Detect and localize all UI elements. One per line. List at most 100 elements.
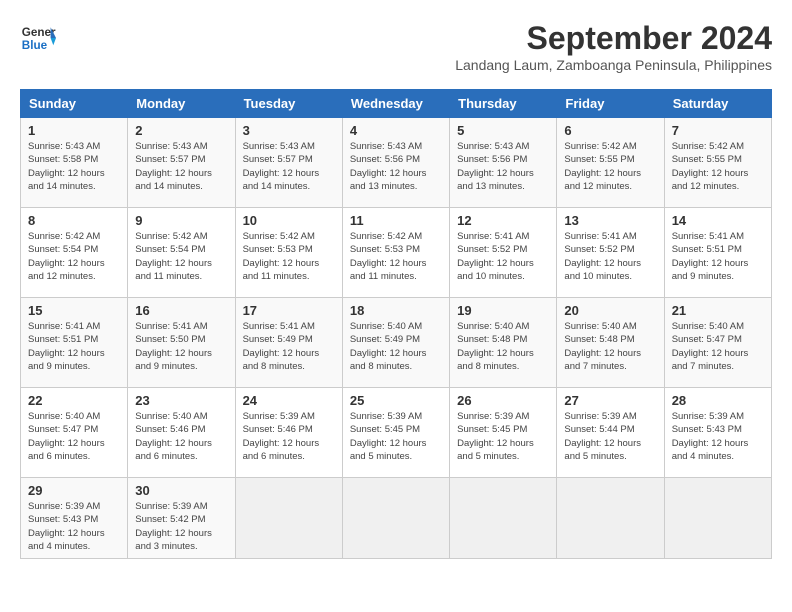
day-number: 12 bbox=[457, 213, 549, 228]
calendar-week-1: 1 Sunrise: 5:43 AM Sunset: 5:58 PM Dayli… bbox=[21, 118, 772, 208]
calendar-cell: 6 Sunrise: 5:42 AM Sunset: 5:55 PM Dayli… bbox=[557, 118, 664, 208]
calendar-cell: 18 Sunrise: 5:40 AM Sunset: 5:49 PM Dayl… bbox=[342, 298, 449, 388]
calendar-cell: 4 Sunrise: 5:43 AM Sunset: 5:56 PM Dayli… bbox=[342, 118, 449, 208]
day-detail: Sunrise: 5:40 AM Sunset: 5:48 PM Dayligh… bbox=[457, 320, 549, 373]
day-detail: Sunrise: 5:42 AM Sunset: 5:55 PM Dayligh… bbox=[564, 140, 656, 193]
day-number: 26 bbox=[457, 393, 549, 408]
day-number: 10 bbox=[243, 213, 335, 228]
day-detail: Sunrise: 5:41 AM Sunset: 5:51 PM Dayligh… bbox=[672, 230, 764, 283]
calendar-week-3: 15 Sunrise: 5:41 AM Sunset: 5:51 PM Dayl… bbox=[21, 298, 772, 388]
day-number: 30 bbox=[135, 483, 227, 498]
weekday-header-wednesday: Wednesday bbox=[342, 90, 449, 118]
day-detail: Sunrise: 5:41 AM Sunset: 5:50 PM Dayligh… bbox=[135, 320, 227, 373]
calendar-cell: 11 Sunrise: 5:42 AM Sunset: 5:53 PM Dayl… bbox=[342, 208, 449, 298]
day-detail: Sunrise: 5:43 AM Sunset: 5:56 PM Dayligh… bbox=[350, 140, 442, 193]
day-detail: Sunrise: 5:41 AM Sunset: 5:52 PM Dayligh… bbox=[564, 230, 656, 283]
calendar-cell: 23 Sunrise: 5:40 AM Sunset: 5:46 PM Dayl… bbox=[128, 388, 235, 478]
day-number: 25 bbox=[350, 393, 442, 408]
day-detail: Sunrise: 5:39 AM Sunset: 5:42 PM Dayligh… bbox=[135, 500, 227, 553]
calendar-cell: 19 Sunrise: 5:40 AM Sunset: 5:48 PM Dayl… bbox=[450, 298, 557, 388]
day-detail: Sunrise: 5:39 AM Sunset: 5:43 PM Dayligh… bbox=[672, 410, 764, 463]
day-number: 24 bbox=[243, 393, 335, 408]
day-detail: Sunrise: 5:40 AM Sunset: 5:46 PM Dayligh… bbox=[135, 410, 227, 463]
calendar-cell bbox=[235, 478, 342, 559]
day-number: 13 bbox=[564, 213, 656, 228]
calendar-cell: 20 Sunrise: 5:40 AM Sunset: 5:48 PM Dayl… bbox=[557, 298, 664, 388]
calendar-cell bbox=[664, 478, 771, 559]
logo: General Blue bbox=[20, 20, 56, 56]
calendar-cell: 7 Sunrise: 5:42 AM Sunset: 5:55 PM Dayli… bbox=[664, 118, 771, 208]
calendar-cell: 8 Sunrise: 5:42 AM Sunset: 5:54 PM Dayli… bbox=[21, 208, 128, 298]
calendar-cell: 9 Sunrise: 5:42 AM Sunset: 5:54 PM Dayli… bbox=[128, 208, 235, 298]
calendar-week-4: 22 Sunrise: 5:40 AM Sunset: 5:47 PM Dayl… bbox=[21, 388, 772, 478]
day-detail: Sunrise: 5:43 AM Sunset: 5:58 PM Dayligh… bbox=[28, 140, 120, 193]
day-number: 1 bbox=[28, 123, 120, 138]
calendar-cell: 10 Sunrise: 5:42 AM Sunset: 5:53 PM Dayl… bbox=[235, 208, 342, 298]
day-number: 7 bbox=[672, 123, 764, 138]
weekday-header-row: SundayMondayTuesdayWednesdayThursdayFrid… bbox=[21, 90, 772, 118]
calendar-cell: 21 Sunrise: 5:40 AM Sunset: 5:47 PM Dayl… bbox=[664, 298, 771, 388]
day-detail: Sunrise: 5:43 AM Sunset: 5:57 PM Dayligh… bbox=[135, 140, 227, 193]
weekday-header-friday: Friday bbox=[557, 90, 664, 118]
day-detail: Sunrise: 5:41 AM Sunset: 5:49 PM Dayligh… bbox=[243, 320, 335, 373]
weekday-header-monday: Monday bbox=[128, 90, 235, 118]
calendar-cell: 27 Sunrise: 5:39 AM Sunset: 5:44 PM Dayl… bbox=[557, 388, 664, 478]
calendar-cell: 24 Sunrise: 5:39 AM Sunset: 5:46 PM Dayl… bbox=[235, 388, 342, 478]
day-detail: Sunrise: 5:43 AM Sunset: 5:57 PM Dayligh… bbox=[243, 140, 335, 193]
day-number: 19 bbox=[457, 303, 549, 318]
calendar-cell: 14 Sunrise: 5:41 AM Sunset: 5:51 PM Dayl… bbox=[664, 208, 771, 298]
day-detail: Sunrise: 5:40 AM Sunset: 5:47 PM Dayligh… bbox=[672, 320, 764, 373]
day-number: 16 bbox=[135, 303, 227, 318]
day-detail: Sunrise: 5:43 AM Sunset: 5:56 PM Dayligh… bbox=[457, 140, 549, 193]
day-detail: Sunrise: 5:39 AM Sunset: 5:45 PM Dayligh… bbox=[350, 410, 442, 463]
day-number: 22 bbox=[28, 393, 120, 408]
day-number: 4 bbox=[350, 123, 442, 138]
day-detail: Sunrise: 5:39 AM Sunset: 5:45 PM Dayligh… bbox=[457, 410, 549, 463]
day-number: 11 bbox=[350, 213, 442, 228]
calendar-cell: 12 Sunrise: 5:41 AM Sunset: 5:52 PM Dayl… bbox=[450, 208, 557, 298]
calendar-cell: 22 Sunrise: 5:40 AM Sunset: 5:47 PM Dayl… bbox=[21, 388, 128, 478]
calendar-cell: 17 Sunrise: 5:41 AM Sunset: 5:49 PM Dayl… bbox=[235, 298, 342, 388]
day-number: 14 bbox=[672, 213, 764, 228]
day-detail: Sunrise: 5:40 AM Sunset: 5:48 PM Dayligh… bbox=[564, 320, 656, 373]
title-block: September 2024 Landang Laum, Zamboanga P… bbox=[455, 20, 772, 85]
day-number: 5 bbox=[457, 123, 549, 138]
day-number: 6 bbox=[564, 123, 656, 138]
calendar-cell: 13 Sunrise: 5:41 AM Sunset: 5:52 PM Dayl… bbox=[557, 208, 664, 298]
calendar-week-2: 8 Sunrise: 5:42 AM Sunset: 5:54 PM Dayli… bbox=[21, 208, 772, 298]
day-detail: Sunrise: 5:42 AM Sunset: 5:53 PM Dayligh… bbox=[350, 230, 442, 283]
day-number: 3 bbox=[243, 123, 335, 138]
svg-text:Blue: Blue bbox=[22, 39, 48, 52]
day-detail: Sunrise: 5:41 AM Sunset: 5:52 PM Dayligh… bbox=[457, 230, 549, 283]
calendar-cell: 29 Sunrise: 5:39 AM Sunset: 5:43 PM Dayl… bbox=[21, 478, 128, 559]
day-detail: Sunrise: 5:42 AM Sunset: 5:54 PM Dayligh… bbox=[135, 230, 227, 283]
day-number: 15 bbox=[28, 303, 120, 318]
day-number: 29 bbox=[28, 483, 120, 498]
day-detail: Sunrise: 5:39 AM Sunset: 5:43 PM Dayligh… bbox=[28, 500, 120, 553]
calendar-cell: 26 Sunrise: 5:39 AM Sunset: 5:45 PM Dayl… bbox=[450, 388, 557, 478]
day-detail: Sunrise: 5:41 AM Sunset: 5:51 PM Dayligh… bbox=[28, 320, 120, 373]
weekday-header-sunday: Sunday bbox=[21, 90, 128, 118]
page-header: General Blue September 2024 Landang Laum… bbox=[20, 20, 772, 85]
day-detail: Sunrise: 5:42 AM Sunset: 5:55 PM Dayligh… bbox=[672, 140, 764, 193]
weekday-header-thursday: Thursday bbox=[450, 90, 557, 118]
calendar-cell: 2 Sunrise: 5:43 AM Sunset: 5:57 PM Dayli… bbox=[128, 118, 235, 208]
day-number: 20 bbox=[564, 303, 656, 318]
calendar-cell: 28 Sunrise: 5:39 AM Sunset: 5:43 PM Dayl… bbox=[664, 388, 771, 478]
day-number: 21 bbox=[672, 303, 764, 318]
calendar-cell: 15 Sunrise: 5:41 AM Sunset: 5:51 PM Dayl… bbox=[21, 298, 128, 388]
day-number: 17 bbox=[243, 303, 335, 318]
calendar-cell: 25 Sunrise: 5:39 AM Sunset: 5:45 PM Dayl… bbox=[342, 388, 449, 478]
day-detail: Sunrise: 5:40 AM Sunset: 5:49 PM Dayligh… bbox=[350, 320, 442, 373]
day-number: 28 bbox=[672, 393, 764, 408]
calendar-cell bbox=[450, 478, 557, 559]
day-number: 18 bbox=[350, 303, 442, 318]
calendar-table: SundayMondayTuesdayWednesdayThursdayFrid… bbox=[20, 89, 772, 559]
calendar-cell bbox=[342, 478, 449, 559]
calendar-cell: 16 Sunrise: 5:41 AM Sunset: 5:50 PM Dayl… bbox=[128, 298, 235, 388]
calendar-cell bbox=[557, 478, 664, 559]
page-title: September 2024 bbox=[455, 20, 772, 57]
weekday-header-saturday: Saturday bbox=[664, 90, 771, 118]
day-detail: Sunrise: 5:42 AM Sunset: 5:53 PM Dayligh… bbox=[243, 230, 335, 283]
calendar-week-5: 29 Sunrise: 5:39 AM Sunset: 5:43 PM Dayl… bbox=[21, 478, 772, 559]
